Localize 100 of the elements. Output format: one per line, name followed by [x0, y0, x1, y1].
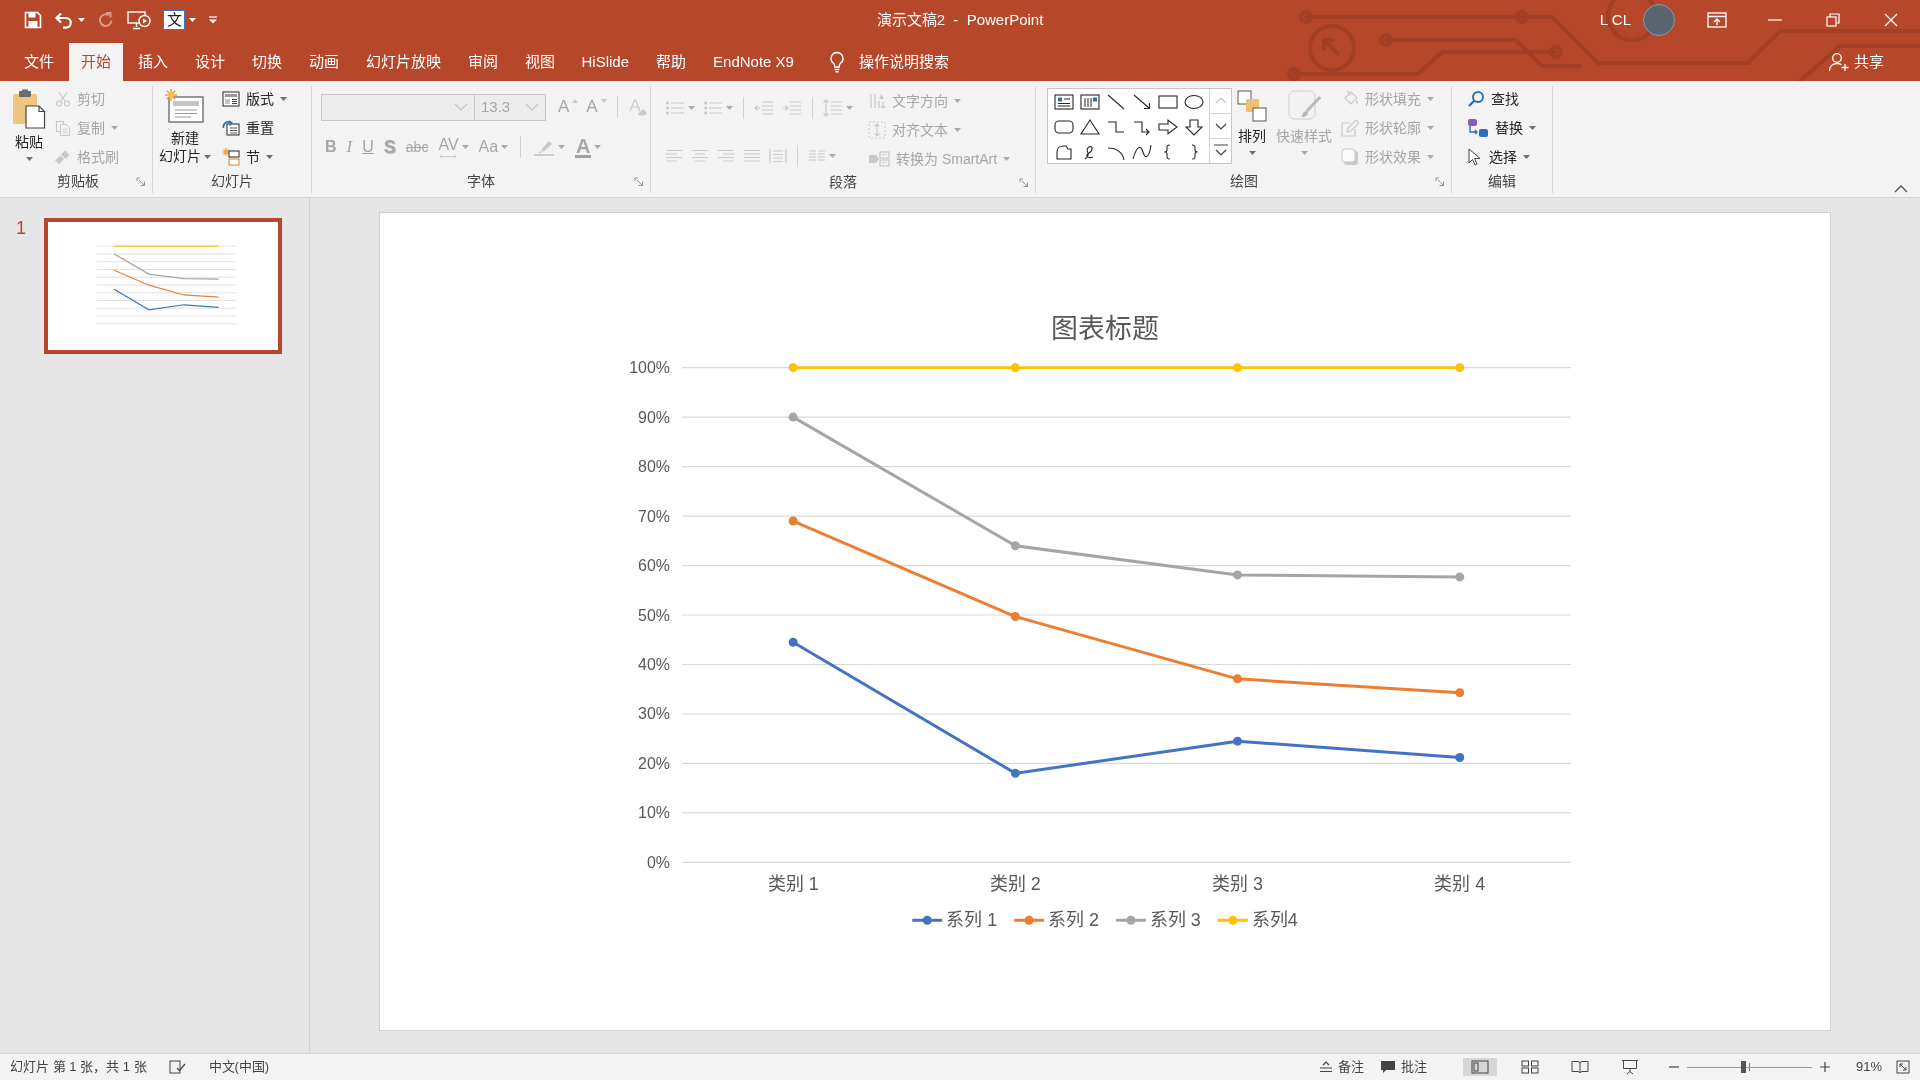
ribbon-tab[interactable]: 视图	[512, 43, 567, 81]
caret-icon	[954, 99, 961, 103]
y-axis-label: 0%	[647, 853, 671, 871]
undo-button[interactable]	[54, 11, 85, 29]
replace-icon	[1467, 118, 1489, 138]
y-axis-label: 80%	[638, 458, 671, 476]
y-axis-label: 90%	[638, 408, 671, 426]
caret-icon	[594, 145, 602, 149]
replace-button[interactable]: 替换	[1464, 115, 1539, 141]
y-axis-label: 70%	[638, 507, 671, 525]
ribbon-tab[interactable]: HiSlide	[569, 43, 642, 81]
right-arrow-icon[interactable]	[1156, 118, 1179, 136]
y-axis-label: 30%	[638, 705, 671, 723]
spelling-check-icon[interactable]	[168, 1060, 187, 1074]
lightbulb-icon	[829, 51, 846, 73]
rectangle-icon[interactable]	[1156, 93, 1179, 111]
caret-icon	[204, 155, 211, 160]
zoom-percent[interactable]: 91%	[1855, 1059, 1882, 1075]
normal-view-icon[interactable]	[1462, 1058, 1497, 1076]
ribbon-tab[interactable]: EndNote X9	[701, 43, 806, 81]
zoom-slider-thumb[interactable]	[1740, 1061, 1746, 1073]
user-name[interactable]: L CL	[1599, 11, 1631, 29]
comments-button[interactable]: 批注	[1371, 1054, 1435, 1080]
pencil-square-icon	[1341, 119, 1359, 137]
oval-icon[interactable]	[1182, 93, 1205, 111]
language-text[interactable]: 中文(中国)	[208, 1059, 270, 1075]
dialog-launcher-icon[interactable]	[1435, 176, 1445, 187]
select-button[interactable]: 选择	[1464, 144, 1539, 170]
reset-icon	[222, 120, 240, 136]
group-label: 段落	[829, 174, 857, 191]
chevron-down-icon	[454, 103, 468, 111]
justify-icon	[743, 149, 761, 163]
undo-icon	[54, 11, 74, 29]
caret-icon	[1003, 157, 1011, 161]
layout-button[interactable]: 版式	[219, 86, 290, 112]
copy-icon	[55, 120, 71, 136]
caret-icon	[111, 126, 118, 130]
ribbon-tab[interactable]: 切换	[239, 43, 294, 81]
restore-icon[interactable]	[1826, 13, 1840, 27]
brush-icon	[55, 149, 71, 165]
scissors-icon	[55, 91, 71, 107]
triangle-icon[interactable]	[1078, 118, 1101, 136]
section-button[interactable]: 节	[219, 144, 290, 170]
fit-to-window-icon[interactable]	[1896, 1060, 1910, 1074]
ribbon-tab[interactable]: 幻灯片放映	[353, 43, 453, 81]
eraser-icon	[627, 98, 648, 116]
search-icon	[1467, 90, 1485, 108]
paste-button[interactable]: 粘贴	[8, 86, 50, 161]
chevron-down-icon	[525, 103, 539, 111]
curve-icon[interactable]	[1130, 143, 1153, 161]
dialog-launcher-icon[interactable]	[634, 176, 644, 187]
ribbon-tab[interactable]: 设计	[182, 43, 237, 81]
slide-number: 1	[16, 218, 27, 238]
dialog-launcher-icon[interactable]	[1019, 177, 1029, 188]
increase-indent-icon	[782, 100, 802, 116]
reset-button[interactable]: 重置	[219, 115, 290, 141]
y-axis-label: 50%	[638, 606, 671, 624]
ribbon-display-options-icon[interactable]	[1707, 12, 1727, 28]
caret-icon	[688, 106, 695, 110]
find-button[interactable]: 查找	[1464, 86, 1539, 112]
caret-icon	[726, 106, 733, 110]
group-label: 绘图	[1229, 173, 1258, 190]
caret-icon	[1529, 126, 1536, 130]
save-icon[interactable]	[24, 11, 42, 29]
presentation-screen-icon[interactable]	[127, 10, 151, 30]
x-axis-label: 类别 1	[767, 874, 819, 895]
close-icon[interactable]	[1884, 13, 1898, 27]
notes-button[interactable]: 备注	[1310, 1054, 1372, 1080]
legend-label: 系列 3	[1149, 910, 1201, 931]
tell-me-search[interactable]: 操作说明搜索	[859, 53, 950, 71]
overlapping-squares-icon	[1236, 89, 1268, 123]
line-spacing-icon	[823, 99, 843, 117]
align-center-icon	[691, 149, 709, 163]
align-left-icon	[665, 149, 683, 163]
caret-down-icon	[600, 99, 607, 103]
rounded-rectangle-icon[interactable]	[1052, 118, 1075, 136]
notes-icon	[1318, 1061, 1333, 1073]
y-axis-label: 40%	[638, 656, 671, 673]
ribbon-tab[interactable]: 开始	[68, 43, 123, 81]
caret-icon	[1523, 155, 1530, 159]
vertical-text-box-icon[interactable]	[1078, 93, 1101, 111]
new-slide-button[interactable]: 新建 幻灯片	[155, 86, 215, 165]
zoom-in-icon[interactable]	[1819, 1062, 1830, 1072]
caret-icon	[280, 97, 287, 101]
text-box-icon[interactable]	[1052, 93, 1075, 111]
collapse-ribbon-icon[interactable]	[1894, 185, 1908, 193]
customize-toolbar-icon[interactable]	[208, 16, 218, 24]
ribbon-tab[interactable]: 插入	[125, 43, 180, 81]
ribbon-tab[interactable]: 文件	[11, 43, 66, 81]
ribbon-tab[interactable]: 动画	[296, 43, 351, 81]
dialog-launcher-icon[interactable]	[136, 176, 146, 187]
arrange-button[interactable]: 排列	[1232, 86, 1272, 155]
ribbon-tab[interactable]: 帮助	[644, 43, 699, 81]
group-label: 字体	[467, 173, 495, 190]
color-bar-icon	[575, 154, 592, 158]
ribbon-tab[interactable]: 审阅	[455, 43, 510, 81]
caret-icon	[78, 18, 85, 22]
down-arrow-icon[interactable]	[1182, 118, 1205, 136]
caret-icon	[1427, 126, 1434, 130]
share-button[interactable]: 共享	[1822, 43, 1890, 81]
